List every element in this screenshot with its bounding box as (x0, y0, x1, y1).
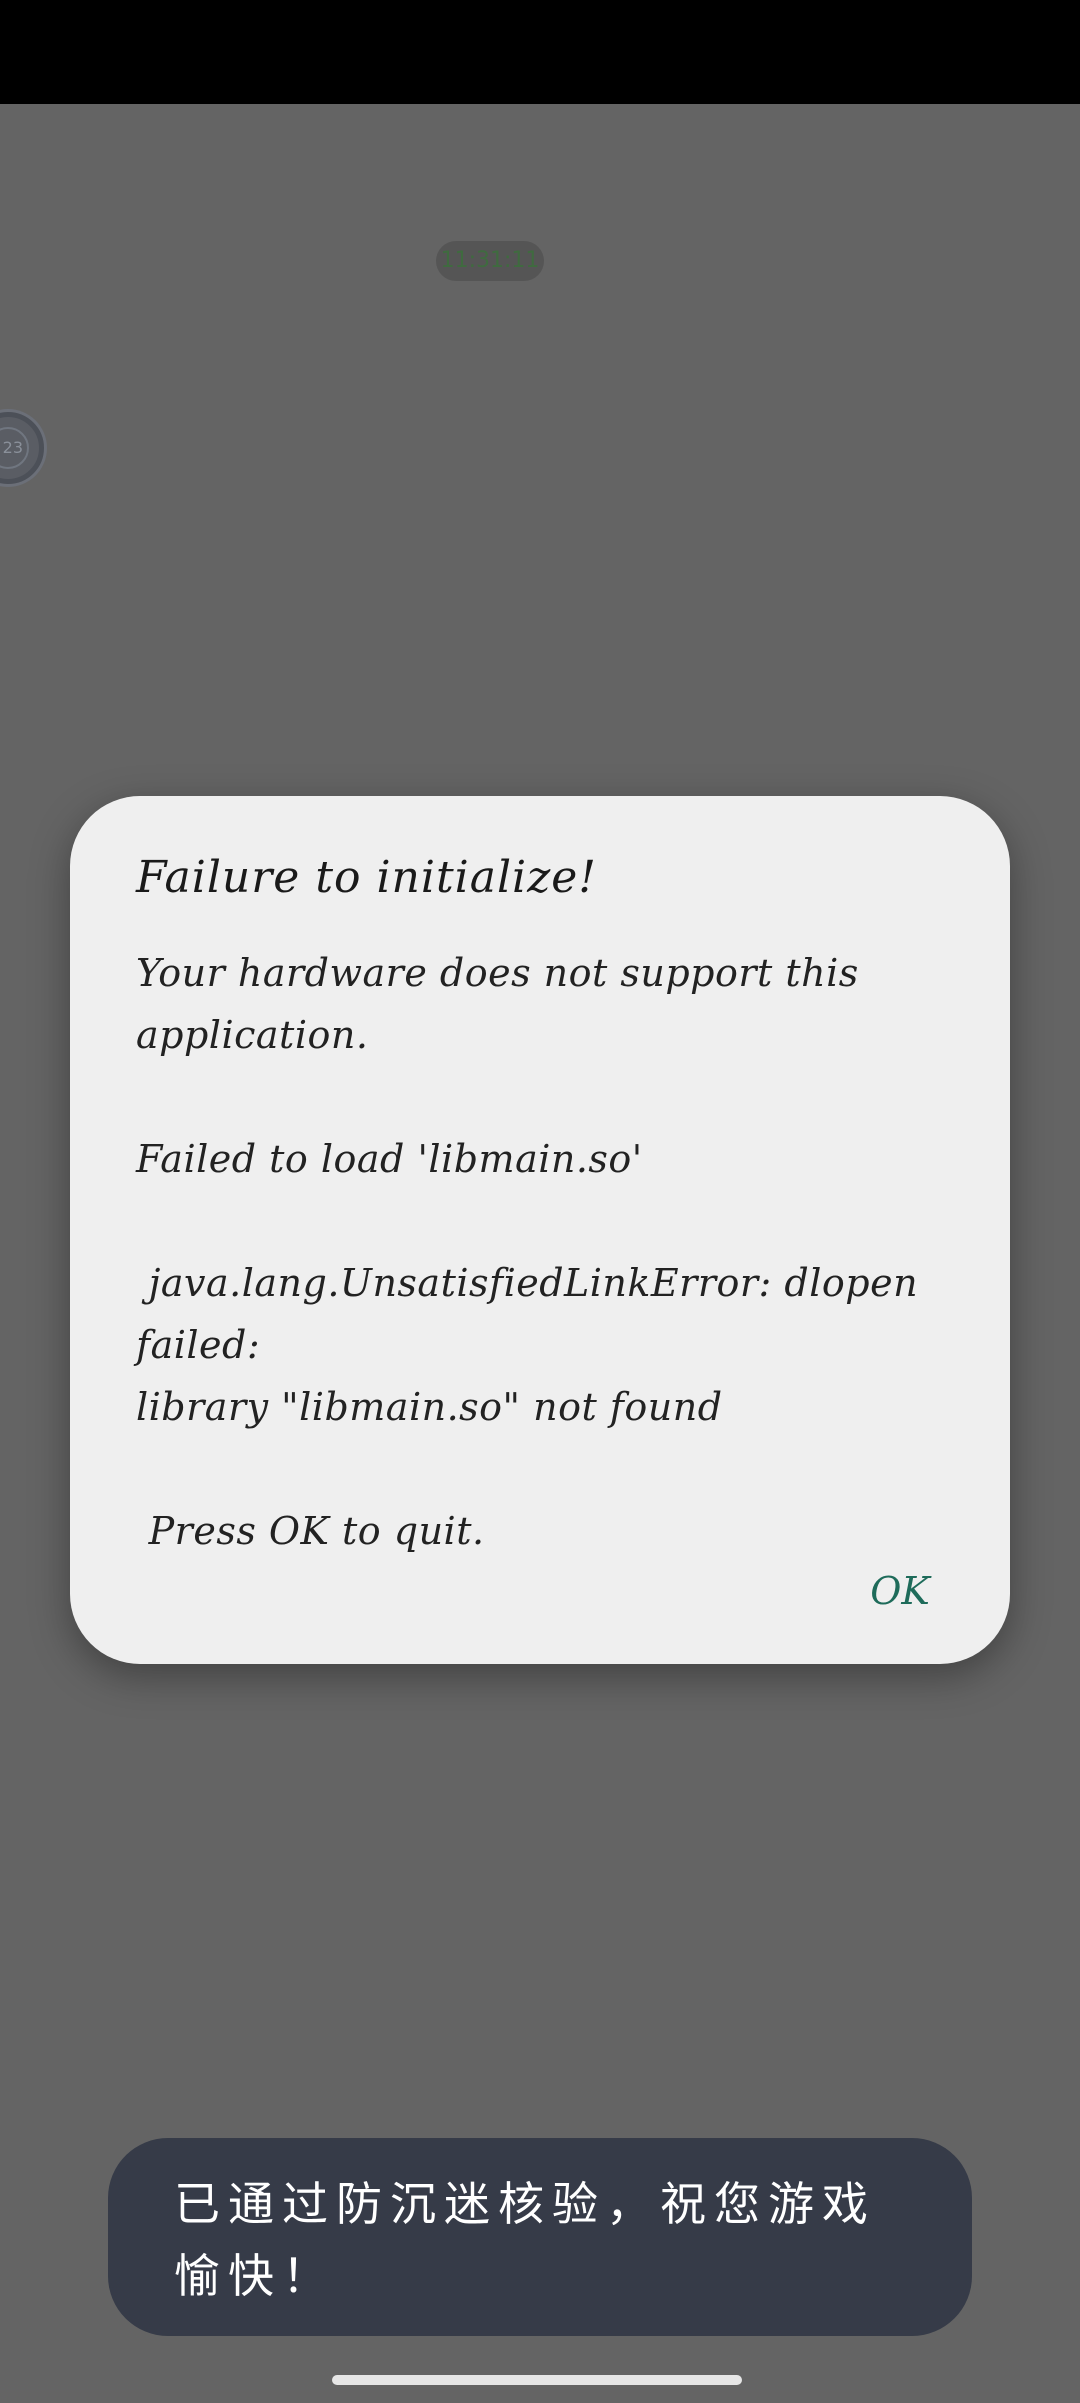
error-dialog: Failure to initialize! Your hardware doe… (70, 796, 1010, 1664)
floating-assistant-button[interactable]: 23 (0, 412, 44, 484)
anti-addiction-toast: 已通过防沉迷核验，祝您游戏愉快！ (108, 2138, 972, 2336)
home-indicator[interactable] (332, 2375, 742, 2385)
dialog-message: Your hardware does not support this appl… (136, 951, 919, 1553)
ok-button[interactable]: OK (850, 1556, 950, 1626)
status-bar (0, 0, 1080, 104)
timer-pill: 11:31:11 (436, 241, 544, 281)
dialog-title: Failure to initialize! (136, 852, 597, 903)
floating-assistant-icon: 23 (0, 427, 29, 469)
